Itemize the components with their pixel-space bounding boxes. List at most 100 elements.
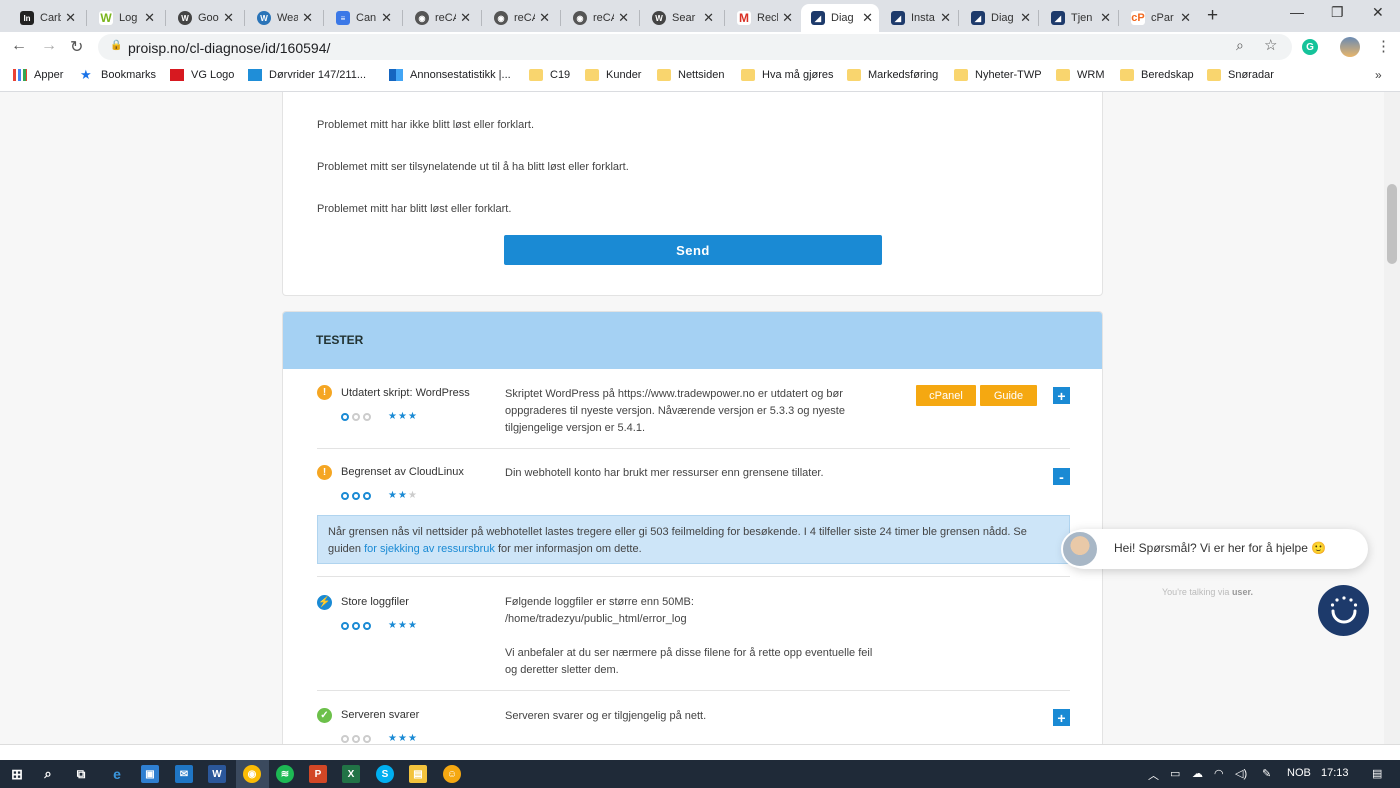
tab-label: Recl: [757, 12, 779, 24]
bookmark-folder-c19[interactable]: C19: [529, 69, 570, 81]
volume-icon[interactable]: ◁): [1235, 767, 1247, 780]
window-close-icon[interactable]: ✕: [1372, 4, 1384, 21]
chrome-icon[interactable]: ◉: [243, 765, 261, 783]
search-icon[interactable]: ⌕: [39, 765, 57, 783]
tab-close-icon[interactable]: ✕: [618, 10, 629, 26]
bookmark-star-icon[interactable]: ☆: [1264, 36, 1277, 54]
bookmark-bookmarks[interactable]: ★ Bookmarks: [80, 68, 156, 81]
expand-button[interactable]: +: [1053, 709, 1070, 726]
pen-icon[interactable]: ✎: [1262, 767, 1271, 780]
bookmark-vg-logo[interactable]: VG Logo: [170, 69, 234, 81]
tab-7[interactable]: ◉ reCA ✕: [563, 4, 635, 32]
windows-start-icon[interactable]: ⊞: [8, 765, 26, 783]
resource-usage-link[interactable]: for sjekking av ressursbruk: [364, 543, 495, 555]
tab-14[interactable]: cP cPar ✕: [1121, 4, 1197, 32]
tab-close-icon[interactable]: ✕: [1020, 10, 1031, 26]
word-icon[interactable]: W: [208, 765, 226, 783]
tab-close-icon[interactable]: ✕: [144, 10, 155, 26]
tab-close-icon[interactable]: ✕: [65, 10, 76, 26]
tab-close-icon[interactable]: ✕: [1100, 10, 1111, 26]
tab-4[interactable]: ≡ Canı ✕: [326, 4, 398, 32]
app-icon[interactable]: ☺: [443, 765, 461, 783]
tab-11[interactable]: ◢ Insta ✕: [881, 4, 957, 32]
onedrive-icon[interactable]: ☁: [1192, 767, 1203, 780]
globe-icon: ◉: [573, 11, 587, 25]
spotify-icon[interactable]: ≋: [276, 765, 294, 783]
bookmark-annonsestatistikk[interactable]: Annonsestatistikk |...: [389, 69, 511, 81]
bookmark-folder-snoradar[interactable]: Snøradar: [1207, 69, 1274, 81]
reload-icon[interactable]: ↻: [70, 37, 83, 57]
bookmark-folder-nyheter-twp[interactable]: Nyheter-TWP: [954, 69, 1042, 81]
menu-icon[interactable]: ⋮: [1376, 37, 1391, 55]
page-scrollbar[interactable]: [1384, 92, 1400, 744]
tab-close-icon[interactable]: ✕: [302, 10, 313, 26]
bookmark-folder-hva-ma-gjores[interactable]: Hva må gjøres: [741, 69, 834, 81]
tab-close-icon[interactable]: ✕: [223, 10, 234, 26]
tab-6[interactable]: ◉ reCA ✕: [484, 4, 556, 32]
tab-close-icon[interactable]: ✕: [782, 10, 793, 26]
task-view-icon[interactable]: ⧉: [72, 765, 90, 783]
zoom-icon[interactable]: ⌕: [1236, 37, 1244, 54]
tab-close-icon[interactable]: ✕: [460, 10, 471, 26]
tab-close-icon[interactable]: ✕: [862, 10, 873, 26]
maximize-icon[interactable]: ❐: [1331, 4, 1344, 21]
severity-circles: [341, 492, 371, 500]
file-explorer-icon[interactable]: ▤: [409, 765, 427, 783]
mail-icon[interactable]: ✉: [175, 765, 193, 783]
address-bar[interactable]: 🔒 proisp.no/cl-diagnose/id/160594/ ⌕ ☆: [98, 34, 1292, 60]
tab-13[interactable]: ◢ Tjen ✕: [1041, 4, 1117, 32]
minimize-icon[interactable]: —: [1290, 4, 1304, 20]
send-button[interactable]: Send: [504, 235, 882, 265]
tab-3[interactable]: W Wea ✕: [247, 4, 319, 32]
language-indicator[interactable]: NOB: [1287, 767, 1311, 779]
bookmark-folder-kunder[interactable]: Kunder: [585, 69, 641, 81]
tab-8[interactable]: W Sear ✕: [642, 4, 720, 32]
tab-close-icon[interactable]: ✕: [539, 10, 550, 26]
tab-10[interactable]: ◢ Diag ✕: [801, 4, 879, 32]
chat-launcher-button[interactable]: [1318, 585, 1369, 636]
tab-close-icon[interactable]: ✕: [940, 10, 951, 26]
tab-0[interactable]: In Carb ✕: [10, 4, 82, 32]
tray-chevron-icon[interactable]: ︿: [1148, 767, 1159, 783]
notification-icon[interactable]: ▤: [1372, 767, 1382, 780]
bookmark-folder-beredskap[interactable]: Beredskap: [1120, 69, 1194, 81]
powerpoint-icon[interactable]: P: [309, 765, 327, 783]
tab-1[interactable]: W Log ✕: [89, 4, 161, 32]
battery-icon[interactable]: ▭: [1170, 767, 1180, 780]
bookmark-apps[interactable]: Apper: [13, 69, 63, 81]
tab-close-icon[interactable]: ✕: [381, 10, 392, 26]
tab-5[interactable]: ◉ reCA ✕: [405, 4, 477, 32]
feedback-option[interactable]: Problemet mitt har ikke blitt løst eller…: [317, 119, 534, 131]
feedback-option[interactable]: Problemet mitt har blitt løst eller fork…: [317, 203, 511, 215]
url-text[interactable]: proisp.no/cl-diagnose/id/160594/: [128, 40, 330, 56]
edge-icon[interactable]: e: [108, 765, 126, 783]
skype-icon[interactable]: S: [376, 765, 394, 783]
new-tab-icon[interactable]: +: [1207, 5, 1218, 27]
back-icon[interactable]: ←: [11, 37, 27, 55]
tab-9[interactable]: M Recl ✕: [727, 4, 799, 32]
tab-2[interactable]: W Goo ✕: [168, 4, 240, 32]
profile-avatar[interactable]: [1340, 37, 1360, 57]
wifi-icon[interactable]: ◠: [1214, 767, 1224, 780]
cpanel-button[interactable]: cPanel: [916, 385, 976, 406]
chat-greeting-bubble[interactable]: Hei! Spørsmål? Vi er her for å hjelpe 🙂: [1061, 529, 1368, 569]
collapse-button[interactable]: -: [1053, 468, 1070, 485]
grammarly-icon[interactable]: G: [1302, 39, 1318, 55]
excel-icon[interactable]: X: [342, 765, 360, 783]
bookmark-folder-markedsforing[interactable]: Markedsføring: [847, 69, 938, 81]
guide-button[interactable]: Guide: [980, 385, 1037, 406]
expand-button[interactable]: +: [1053, 387, 1070, 404]
store-icon[interactable]: ▣: [141, 765, 159, 783]
proisp-icon: ◢: [891, 11, 905, 25]
bookmark-folder-nettsiden[interactable]: Nettsiden: [657, 69, 724, 81]
feedback-option[interactable]: Problemet mitt ser tilsynelatende ut til…: [317, 161, 629, 173]
bookmark-dorvrider[interactable]: Dørvrider 147/211...: [248, 69, 366, 81]
clock[interactable]: 17:13: [1321, 767, 1349, 779]
tab-close-icon[interactable]: ✕: [1180, 10, 1191, 26]
forward-icon[interactable]: →: [41, 37, 57, 55]
bookmarks-overflow-icon[interactable]: »: [1375, 68, 1382, 82]
tab-12[interactable]: ◢ Diag ✕: [961, 4, 1037, 32]
bookmark-folder-wrm[interactable]: WRM: [1056, 69, 1105, 81]
tab-close-icon[interactable]: ✕: [703, 10, 714, 26]
scrollbar-thumb[interactable]: [1387, 184, 1397, 264]
